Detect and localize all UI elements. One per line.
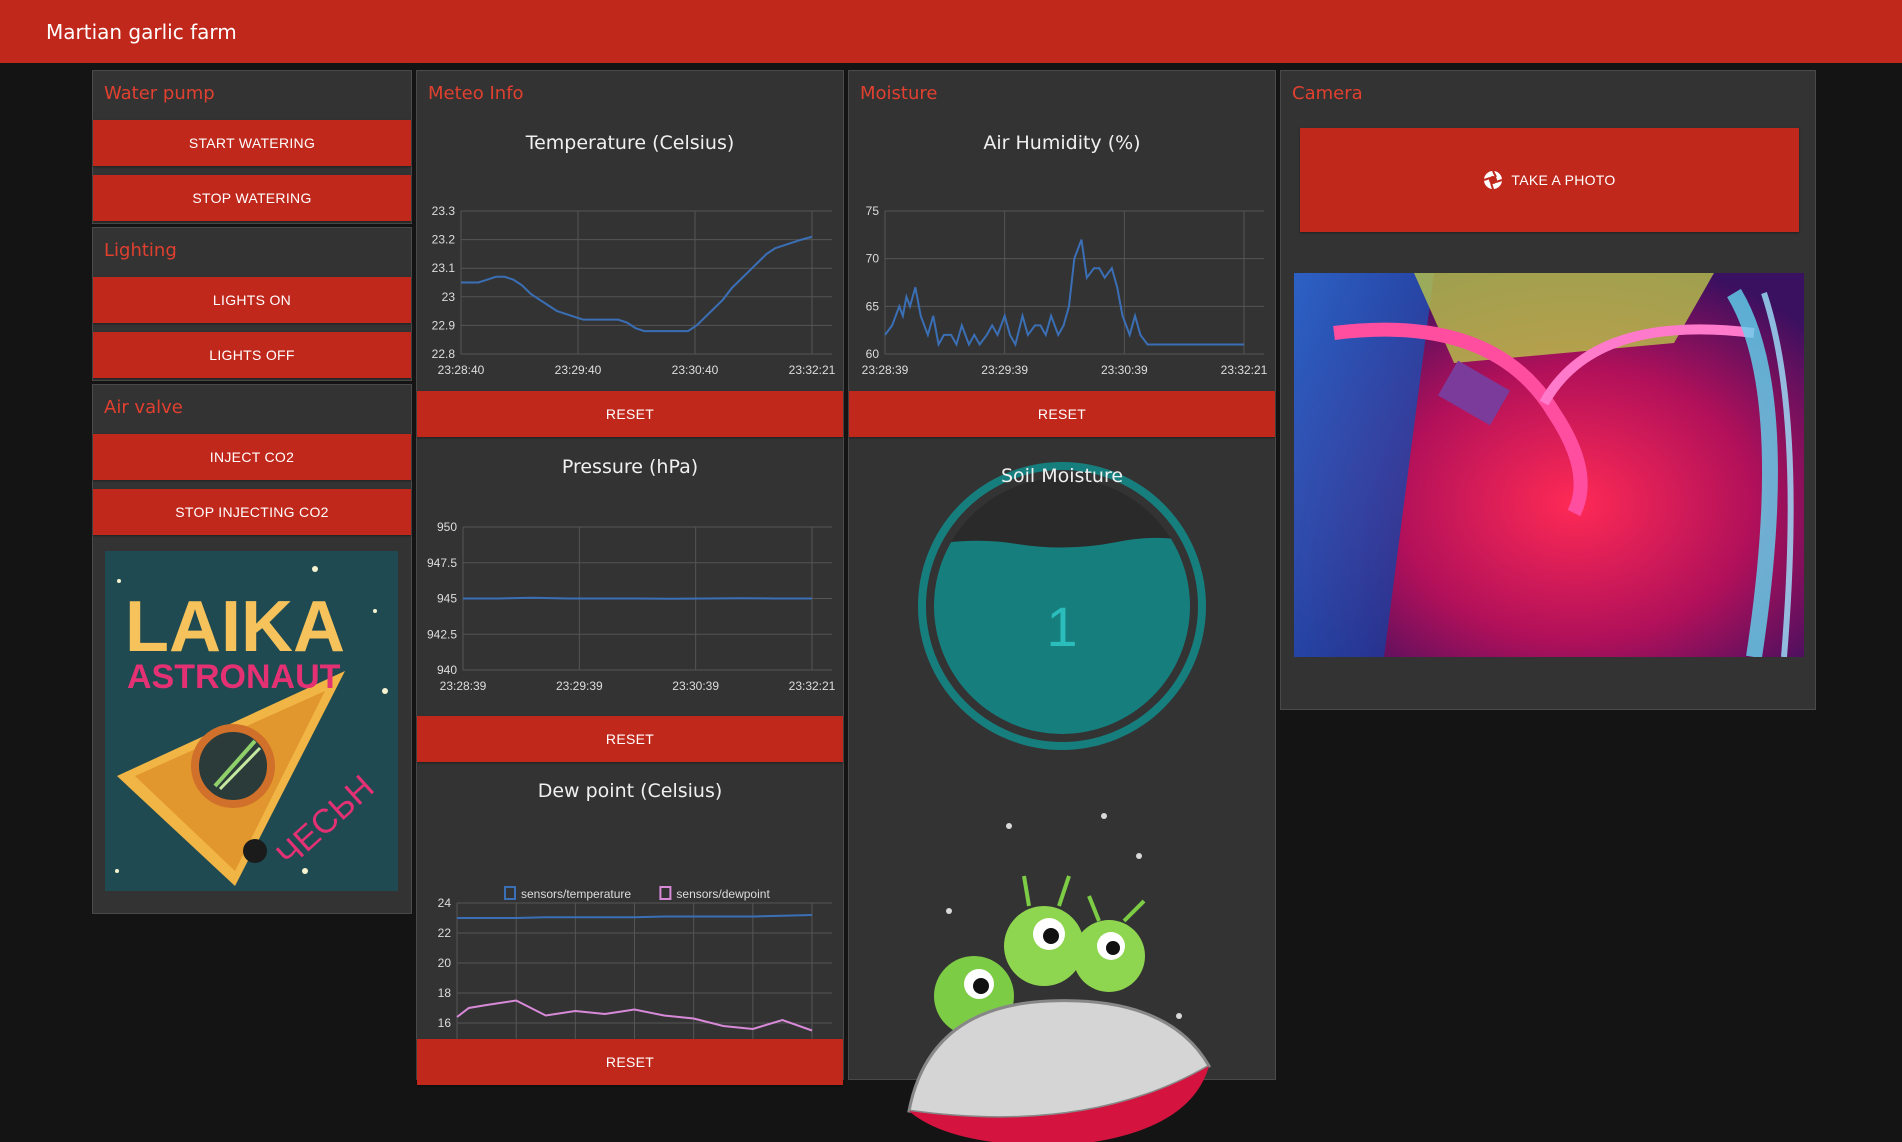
temperature-y-tick: 22.9 — [432, 318, 456, 332]
dewpoint-y-tick: 16 — [438, 1016, 452, 1030]
humidity-y-tick: 70 — [866, 252, 880, 266]
temperature-x-tick: 23:30:40 — [672, 363, 719, 377]
pressure-y-tick: 942.5 — [427, 627, 457, 641]
temperature-y-tick: 23.2 — [432, 233, 456, 247]
lights-off-button[interactable]: LIGHTS OFF — [93, 332, 411, 378]
temperature-y-tick: 23.3 — [432, 204, 456, 218]
humidity-y-tick: 60 — [866, 347, 880, 361]
water-pump-card: Water pump START WATERING STOP WATERING — [92, 70, 412, 224]
temperature-y-tick: 22.8 — [432, 347, 456, 361]
moisture-card: Moisture Air Humidity (%) 60 65 70 75 23:28:… — [848, 70, 1276, 1142]
start-watering-button[interactable]: START WATERING — [93, 120, 411, 166]
temperature-chart-title: Temperature (Celsius) — [525, 132, 735, 154]
soil-moisture-value: 1 — [1046, 595, 1077, 658]
laika-poster-image: LAIKA ASTRONAUT ЧЕСЬН — [105, 551, 398, 891]
pressure-x-tick: 23:30:39 — [672, 679, 719, 693]
take-photo-button[interactable]: TAKE A PHOTO — [1300, 128, 1799, 232]
pressure-series-line — [463, 596, 812, 600]
soil-moisture-title: Soil Moisture — [1000, 465, 1124, 487]
stop-injecting-co2-button[interactable]: STOP INJECTING CO2 — [93, 489, 411, 535]
app-header: Martian garlic farm — [0, 0, 1902, 63]
pressure-y-tick: 945 — [437, 592, 457, 606]
poster-subtitle-text: ASTRONAUT — [127, 658, 341, 696]
take-photo-label: TAKE A PHOTO — [1511, 172, 1616, 188]
dewpoint-y-tick: 18 — [438, 986, 452, 1000]
soil-moisture-gauge: 1 — [918, 462, 1206, 750]
humidity-y-tick: 65 — [866, 299, 880, 313]
dewpoint-y-tick: 22 — [438, 926, 452, 940]
temperature-x-tick: 23:32:21 — [789, 363, 836, 377]
pressure-y-tick: 950 — [437, 520, 457, 534]
inject-co2-button[interactable]: INJECT CO2 — [93, 434, 411, 480]
humidity-x-tick: 23:32:21 — [1221, 363, 1268, 377]
lighting-card: Lighting LIGHTS ON LIGHTS OFF — [92, 227, 412, 381]
camera-photo — [1294, 273, 1804, 657]
air-valve-card: Air valve INJECT CO2 STOP INJECTING CO2 … — [92, 384, 412, 914]
dewpoint-legend-swatch — [504, 886, 516, 900]
humidity-x-tick: 23:28:39 — [862, 363, 909, 377]
stop-watering-button[interactable]: STOP WATERING — [93, 175, 411, 221]
poster-title-text: LAIKA — [125, 587, 345, 667]
meteo-info-title: Meteo Info — [428, 83, 524, 104]
temperature-x-tick: 23:28:40 — [438, 363, 485, 377]
humidity-x-tick: 23:29:39 — [981, 363, 1028, 377]
humidity-reset-button[interactable]: RESET — [849, 391, 1275, 437]
temperature-y-tick: 23 — [442, 290, 456, 304]
water-pump-title: Water pump — [104, 83, 215, 104]
alien-saucer-image — [907, 813, 1212, 1142]
dewpoint-legend-label: sensors/dewpoint — [676, 887, 770, 901]
dewpoint-y-tick: 24 — [438, 896, 452, 910]
temperature-y-tick: 23.1 — [432, 261, 456, 275]
dewpoint-reset-button[interactable]: RESET — [417, 1039, 843, 1085]
temperature-x-tick: 23:29:40 — [555, 363, 602, 377]
meteo-info-card: Meteo Info Temperature (Celsius) 22.8 22.… — [416, 70, 844, 1085]
lights-on-button[interactable]: LIGHTS ON — [93, 277, 411, 323]
lighting-title: Lighting — [104, 240, 177, 261]
dewpoint-chart-title: Dew point (Celsius) — [537, 780, 723, 802]
aperture-icon — [1483, 170, 1503, 190]
air-valve-title: Air valve — [104, 397, 183, 418]
dewpoint-legend-label: sensors/temperature — [521, 887, 631, 901]
app-title: Martian garlic farm — [46, 20, 237, 44]
pressure-chart-title: Pressure (hPa) — [561, 456, 699, 478]
humidity-chart-title: Air Humidity (%) — [983, 132, 1141, 154]
pressure-x-tick: 23:28:39 — [440, 679, 487, 693]
dewpoint-y-tick: 20 — [438, 956, 452, 970]
temperature-series-line — [461, 235, 813, 333]
humidity-series-line — [884, 239, 1244, 348]
humidity-x-tick: 23:30:39 — [1101, 363, 1148, 377]
pressure-reset-button[interactable]: RESET — [417, 716, 843, 762]
pressure-x-tick: 23:32:21 — [789, 679, 836, 693]
pressure-y-tick: 940 — [437, 663, 457, 677]
temperature-reset-button[interactable]: RESET — [417, 391, 843, 437]
pressure-y-tick: 947.5 — [427, 556, 457, 570]
camera-title: Camera — [1292, 83, 1363, 104]
camera-card: Camera TAKE A PHOTO — [1280, 70, 1816, 710]
pressure-x-tick: 23:29:39 — [556, 679, 603, 693]
humidity-y-tick: 75 — [866, 204, 880, 218]
dewpoint-legend-swatch — [659, 886, 672, 900]
moisture-title: Moisture — [860, 83, 938, 104]
